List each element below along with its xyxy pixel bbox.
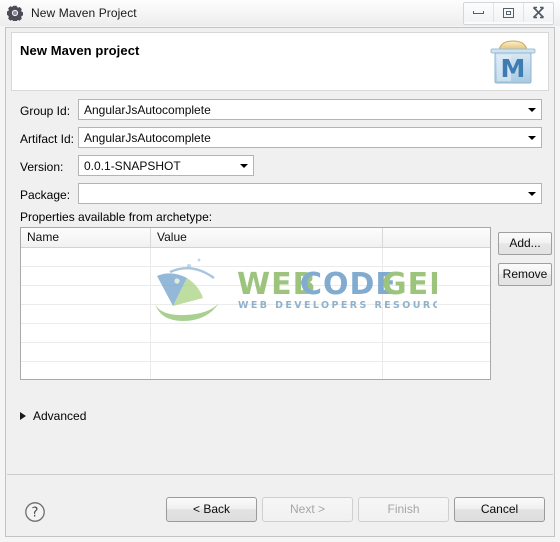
table-cell[interactable] [151,248,383,266]
chevron-down-icon[interactable] [523,100,541,119]
maven-gear-icon [7,5,23,21]
package-label: Package: [20,188,71,202]
table-cell[interactable] [151,305,383,323]
new-maven-project-window: New Maven Project New Maven project M Gr… [0,0,560,542]
maximize-button[interactable] [494,3,524,22]
next-button: Next > [262,497,353,522]
table-cell[interactable] [383,305,490,323]
column-header-value[interactable]: Value [151,228,383,247]
table-row[interactable] [21,362,490,379]
table-cell[interactable] [383,267,490,285]
table-row[interactable] [21,248,490,267]
help-icon[interactable]: ? [24,501,46,523]
table-header-row: Name Value [21,228,490,248]
artifact-id-combo[interactable]: AngularJsAutocomplete [78,127,542,148]
group-id-value[interactable]: AngularJsAutocomplete [79,103,523,117]
form-row-package: Package: [6,182,556,210]
table-cell[interactable] [21,286,151,304]
project-form: Group Id: AngularJsAutocomplete Artifact… [6,98,556,210]
minimize-icon [473,11,484,14]
cancel-button[interactable]: Cancel [454,497,545,522]
table-row[interactable] [21,305,490,324]
version-value[interactable]: 0.0.1-SNAPSHOT [79,159,235,173]
chevron-down-icon[interactable] [523,128,541,147]
properties-table[interactable]: Name Value [20,227,491,380]
finish-button: Finish [358,497,449,522]
group-id-label: Group Id: [20,104,71,118]
table-cell[interactable] [151,324,383,342]
table-row[interactable] [21,267,490,286]
chevron-down-icon[interactable] [523,184,541,203]
table-cell[interactable] [151,362,383,379]
table-cell[interactable] [21,248,151,266]
table-cell[interactable] [151,286,383,304]
table-cell[interactable] [151,343,383,361]
close-button[interactable] [524,3,553,22]
table-cell[interactable] [21,324,151,342]
wizard-banner: New Maven project M [11,32,549,91]
version-label: Version: [20,160,64,174]
back-button[interactable]: < Back [166,497,257,522]
dialog-body: New Maven project M Group Id: AngularJsA… [5,27,555,537]
title-bar: New Maven Project [0,0,560,26]
advanced-section-toggle[interactable]: Advanced [20,408,86,424]
svg-text:?: ? [32,506,39,521]
table-cell[interactable] [383,362,490,379]
form-row-version: Version: 0.0.1-SNAPSHOT [6,154,556,182]
table-cell[interactable] [21,267,151,285]
table-body [21,248,490,379]
table-cell[interactable] [383,324,490,342]
artifact-id-value[interactable]: AngularJsAutocomplete [79,131,523,145]
window-controls [463,2,554,25]
form-row-group-id: Group Id: AngularJsAutocomplete [6,98,556,126]
chevron-down-icon[interactable] [235,156,253,175]
table-cell[interactable] [151,267,383,285]
properties-section-label: Properties available from archetype: [20,210,213,224]
restore-icon [503,7,514,18]
add-property-button[interactable]: Add... [498,232,552,255]
advanced-label: Advanced [33,409,87,423]
package-combo[interactable] [78,183,542,204]
column-header-name[interactable]: Name [21,228,151,247]
version-combo[interactable]: 0.0.1-SNAPSHOT [78,155,254,176]
close-icon [532,6,545,19]
table-cell[interactable] [383,248,490,266]
footer-bar: ? < Back Next > Finish Cancel [7,475,553,536]
form-row-artifact-id: Artifact Id: AngularJsAutocomplete [6,126,556,154]
table-cell[interactable] [383,286,490,304]
remove-property-button[interactable]: Remove [498,263,552,286]
group-id-combo[interactable]: AngularJsAutocomplete [78,99,542,120]
column-header-extra[interactable] [383,228,490,247]
chevron-right-icon [20,412,26,420]
table-cell[interactable] [21,343,151,361]
wizard-navigation-buttons: < Back Next > Finish Cancel [161,497,545,522]
artifact-id-label: Artifact Id: [20,132,75,146]
window-title: New Maven Project [31,6,137,20]
table-row[interactable] [21,286,490,305]
table-cell[interactable] [21,305,151,323]
svg-text:M: M [501,54,526,83]
table-row[interactable] [21,324,490,343]
minimize-button[interactable] [464,3,494,22]
page-title: New Maven project [20,43,140,58]
maven-logo-icon: M [490,40,536,84]
table-cell[interactable] [383,343,490,361]
table-cell[interactable] [21,362,151,379]
table-row[interactable] [21,343,490,362]
